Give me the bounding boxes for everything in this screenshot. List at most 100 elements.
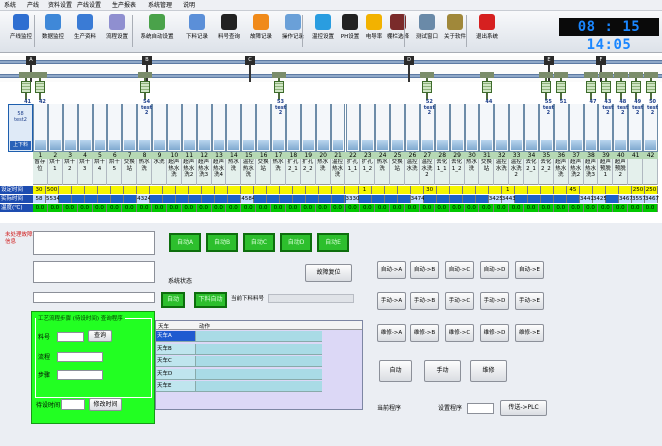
part-input[interactable] [57,332,84,342]
temps-cell[interactable]: 0.0 [643,204,658,212]
actual_times-cell[interactable]: 3443 [501,195,516,203]
temps-cell[interactable]: 0.0 [62,204,78,212]
set_times-cell[interactable] [540,186,554,194]
set_times-cell[interactable] [449,186,463,194]
control-button-2-0[interactable]: 维修->A [377,324,406,342]
actual_times-cell[interactable]: 4584 [241,195,255,203]
tank-38[interactable] [583,104,599,152]
set_times-cell[interactable] [605,186,619,194]
actual_times-cell[interactable]: 3467 [618,195,633,203]
set_times-cell[interactable] [267,186,281,194]
temps-cell[interactable]: 0.0 [449,204,465,212]
control-button-2-3[interactable]: 维修->D [480,324,509,342]
toolbar-button-0[interactable]: 产线监控 [4,14,38,50]
tank-29[interactable] [449,104,465,152]
tank-9[interactable] [152,104,167,152]
actual_times-cell[interactable] [267,195,281,203]
status-button-1[interactable]: 自动B [206,233,238,252]
actual_times-cell[interactable] [85,195,99,203]
control-button-0-0[interactable]: 自动->A [377,261,406,279]
actual_times-cell[interactable]: 3467 [644,195,659,203]
tank-14[interactable] [226,104,242,152]
tank-30[interactable] [464,104,480,152]
set_times-cell[interactable]: 500 [46,186,60,194]
temps-cell[interactable]: 0.0 [33,204,48,212]
actual_times-cell[interactable] [423,195,437,203]
actual_times-cell[interactable] [384,195,398,203]
set_times-cell[interactable]: 45 [566,186,580,194]
set_times-cell[interactable]: 250 [644,186,658,194]
control-button-1-1[interactable]: 手动->B [410,292,439,310]
actual_times-cell[interactable] [397,195,411,203]
tank-23[interactable] [360,104,376,152]
actual_times-cell[interactable] [436,195,450,203]
actual_times-cell[interactable]: 3441 [579,195,594,203]
actual_times-cell[interactable] [371,195,385,203]
actual_times-cell[interactable] [475,195,489,203]
temps-cell[interactable]: 0.0 [122,204,138,212]
temps-cell[interactable]: 0.0 [47,204,63,212]
status-button-0[interactable]: 自动A [169,233,201,252]
temps-cell[interactable]: 0.0 [241,204,257,212]
fault-reset-button[interactable]: 故障复位 [305,264,352,282]
table-row[interactable]: 天车B [156,343,364,355]
set_times-cell[interactable]: 30 [423,186,437,194]
set_times-cell[interactable] [98,186,112,194]
tank-33[interactable] [509,104,525,152]
temps-cell[interactable]: 0.0 [256,204,272,212]
tank-22[interactable] [345,104,361,152]
temps-cell[interactable]: 0.0 [181,204,197,212]
actual_times-cell[interactable]: 3474 [410,195,425,203]
set_times-cell[interactable] [163,186,177,194]
temps-cell[interactable]: 0.0 [77,204,93,212]
tank-32[interactable] [494,104,510,152]
actual_times-cell[interactable] [605,195,619,203]
temps-cell[interactable]: 0.0 [390,204,406,212]
actual_times-cell[interactable] [72,195,86,203]
temps-cell[interactable]: 0.0 [538,204,554,212]
tank-36[interactable] [553,104,569,152]
temps-cell[interactable]: 0.0 [137,204,153,212]
tank-26[interactable] [405,104,420,152]
set_times-cell[interactable] [332,186,346,194]
actual_times-cell[interactable] [215,195,229,203]
menu-item-3[interactable]: 产线设置 [77,2,101,9]
set_times-cell[interactable] [527,186,541,194]
menu-item-0[interactable]: 系统 [4,2,16,9]
crane-D[interactable]: D [404,56,414,82]
tank-18[interactable] [285,104,301,152]
temps-cell[interactable]: 0.0 [375,204,391,212]
tank-21[interactable] [330,104,346,152]
actual_times-cell[interactable] [176,195,190,203]
control-button-2-2[interactable]: 维修->C [445,324,474,342]
control-button-1-3[interactable]: 手动->D [480,292,509,310]
set_times-cell[interactable] [410,186,424,194]
set_times-cell[interactable] [488,186,502,194]
set_times-cell[interactable] [254,186,268,194]
control-button-0-3[interactable]: 自动->D [480,261,509,279]
control-button-1-0[interactable]: 手动->A [377,292,406,310]
set_times-cell[interactable] [319,186,333,194]
toolbar-button-5[interactable]: 下料记录 [180,14,214,50]
tank-37[interactable] [568,104,584,152]
actual_times-cell[interactable] [59,195,73,203]
toolbar-button-1[interactable]: 数据监控 [36,14,70,50]
table-row[interactable]: 天车E [156,381,364,392]
menu-item-6[interactable]: 说明 [183,2,195,9]
menu-item-1[interactable]: 产线 [27,2,39,9]
actual_times-cell[interactable] [98,195,112,203]
actual_times-cell[interactable] [150,195,164,203]
temps-cell[interactable]: 0.0 [628,204,644,212]
actual_times-cell[interactable]: 3557 [631,195,646,203]
actual_times-cell[interactable] [358,195,372,203]
tank-16[interactable] [256,104,272,152]
temps-cell[interactable]: 0.0 [211,204,227,212]
set_times-cell[interactable] [397,186,411,194]
set_times-cell[interactable] [592,186,606,194]
actual_times-cell[interactable] [566,195,580,203]
status-button-3[interactable]: 自动D [280,233,312,252]
tank-6[interactable] [107,104,123,152]
actual_times-cell[interactable] [163,195,177,203]
tank-13[interactable] [211,104,227,152]
table-row[interactable]: 天车D [156,368,364,380]
